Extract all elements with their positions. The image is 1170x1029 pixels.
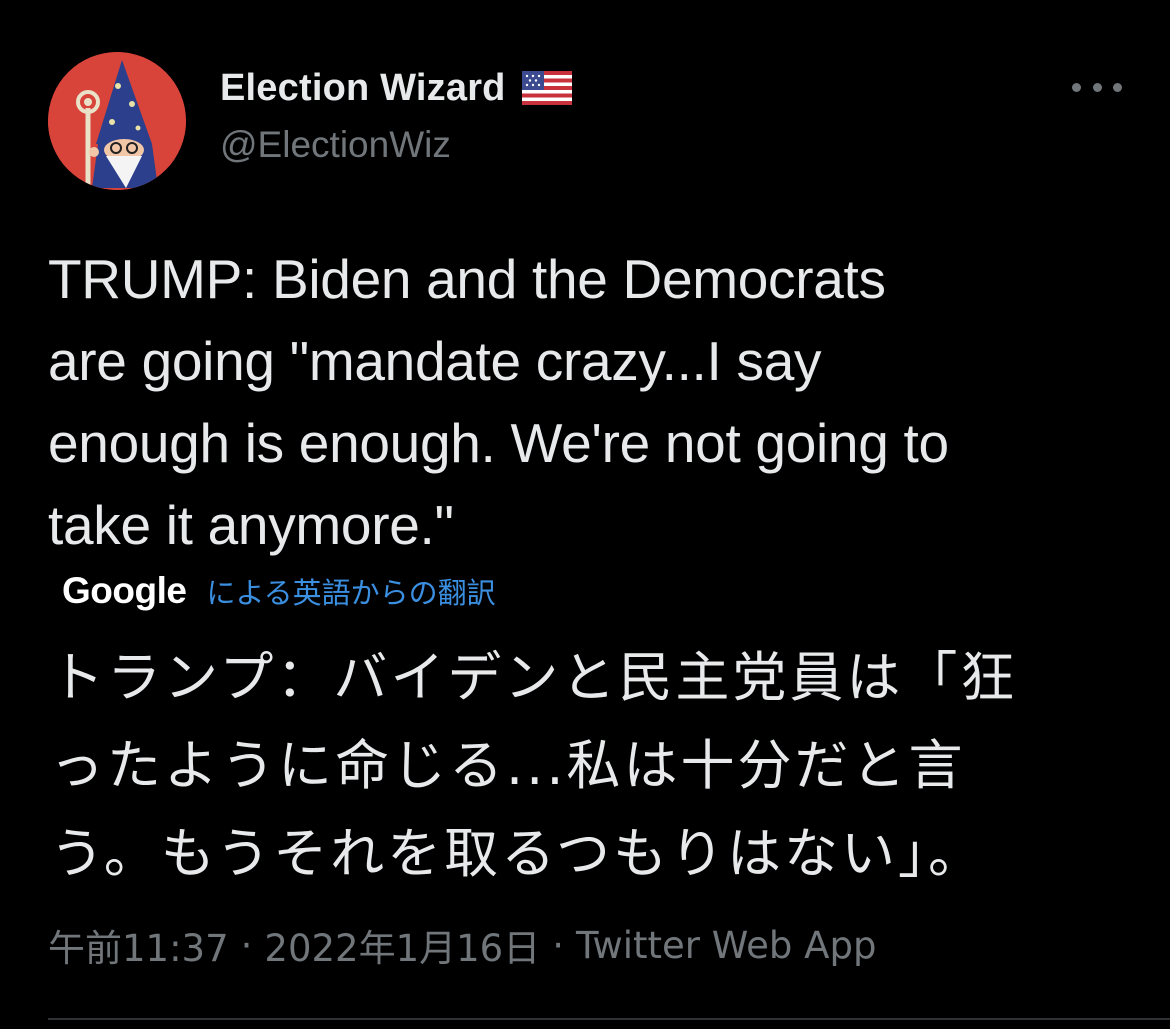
tweet-metadata: 午前11:37 · 2022年1月16日 · Twitter Web App [48,918,876,972]
more-horizontal-icon-dot [1113,82,1122,92]
translation-label-link[interactable]: による英語からの翻訳 [206,570,495,612]
tweet-date[interactable]: 2022年1月16日 [264,918,540,972]
author-handle[interactable]: @ElectionWiz [220,124,451,166]
more-horizontal-icon [1072,82,1081,92]
more-horizontal-icon-dot [1092,82,1102,92]
tweet-time[interactable]: 午前11:37 [48,918,229,972]
meta-separator: · [240,923,253,967]
translation-attribution: Google による英語からの翻訳 [62,566,496,616]
meta-separator: · [552,923,564,967]
author-display-name[interactable]: Election Wizard [220,67,506,110]
more-options-button[interactable] [1072,70,1122,104]
wizard-avatar-icon[interactable] [48,52,186,190]
divider [48,1018,1170,1020]
us-flag-icon [521,71,572,105]
google-logo: Google [62,570,187,611]
author-name-row: Election Wizard [220,64,572,112]
tweet-container: Election Wizard @ElectionWiz TRUMP: Bide… [0,0,1170,1029]
tweet-source-link[interactable]: Twitter Web App [576,924,876,967]
tweet-text: TRUMP: Biden and the Democrats are going… [48,248,949,556]
translated-tweet-text: トランプ：バイデンと民主党員は「狂 ったように命じる...私は十分だと言 う。も… [50,646,1018,885]
